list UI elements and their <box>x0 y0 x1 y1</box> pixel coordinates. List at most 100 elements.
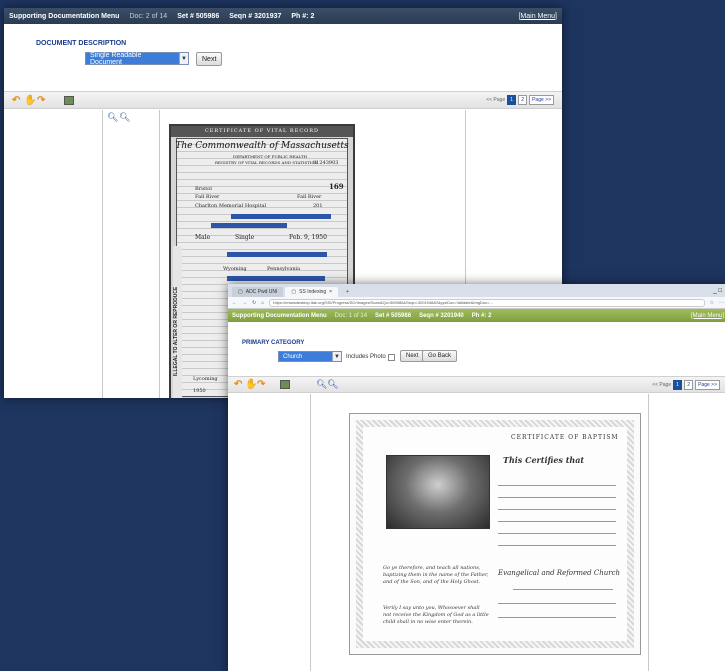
back-toolbar: ↶ ✋ ↷ << Page 1 2 Page >> <box>4 91 562 109</box>
set-number: Set # 505986 <box>375 312 412 319</box>
rotate-left-icon[interactable]: ↶ <box>12 95 20 106</box>
select-value: Church <box>279 352 332 361</box>
ph-number: Ph #: 2 <box>291 12 315 20</box>
field-lycoming: Lycoming <box>193 376 218 382</box>
extensions-icon[interactable]: ⋯ <box>719 300 724 306</box>
next-page-link[interactable]: Page >> <box>529 95 554 105</box>
field-hospital: Charlton Memorial Hospital <box>195 203 267 209</box>
front-toolbar: ↶ ✋ ↷ << Page 1 2 Page >> <box>228 376 725 393</box>
document-description-select[interactable]: Single Readable Document ▼ <box>85 52 189 66</box>
form-line <box>498 521 616 522</box>
zoom-out-icon[interactable]: 🔍︎ <box>327 379 338 390</box>
page-icon: ▢ <box>291 289 297 295</box>
next-page-link[interactable]: Page >> <box>695 380 720 390</box>
left-panel-divider <box>102 110 103 398</box>
window-controls[interactable]: _ □ <box>713 288 722 294</box>
certificate-number: 81243903 <box>313 160 339 166</box>
signature-line <box>498 617 616 618</box>
field-number: 201 <box>313 203 323 209</box>
browser-tab-2[interactable]: ▢ SS Indexing × <box>285 287 339 297</box>
field-state: Pennsylvania <box>267 266 301 272</box>
hand-icon[interactable]: ✋ <box>245 379 257 390</box>
new-tab-button[interactable]: + <box>340 287 355 297</box>
address-input[interactable]: https://emwsdesktop.ilae.org/SSI/Progres… <box>269 298 705 307</box>
field-city-right: Fall River <box>297 194 322 200</box>
page-1-button[interactable]: 1 <box>507 95 517 105</box>
primary-category-select[interactable]: Church ▼ <box>278 351 342 362</box>
browser-tab-bar: ▢ ADC Pwd UNI ▢ SS Indexing × + _ □ <box>228 284 725 297</box>
set-number: Set # 505986 <box>177 12 220 20</box>
ph-number: Ph #: 2 <box>471 312 492 319</box>
includes-photo-checkbox[interactable] <box>388 354 395 361</box>
select-value: Single Readable Document <box>86 52 179 66</box>
zoom-out-icon[interactable]: 🔍︎ <box>119 112 130 123</box>
rotate-right-icon[interactable]: ↷ <box>257 379 265 390</box>
page-1-button[interactable]: 1 <box>673 380 683 390</box>
scripture-verse-1: Go ye therefore, and teach all nations, … <box>383 565 489 585</box>
menu-title: Supporting Documentation Menu <box>232 312 327 319</box>
doc-count: Doc: 1 of 14 <box>334 312 368 319</box>
image-icon[interactable] <box>280 380 290 389</box>
front-pager: << Page 1 2 Page >> <box>652 380 720 390</box>
field-date: Feb. 9, 1950 <box>289 234 327 241</box>
chevron-down-icon: ▼ <box>332 352 341 361</box>
refresh-icon[interactable]: ↻ <box>252 300 256 306</box>
redaction-bar-3 <box>227 252 327 257</box>
form-line <box>498 497 616 498</box>
menu-title: Supporting Documentation Menu <box>9 12 120 20</box>
back-header-bar: Supporting Documentation Menu Doc: 2 of … <box>4 8 562 24</box>
page-icon: ▢ <box>238 289 243 295</box>
form-line <box>498 545 616 546</box>
left-panel-divider <box>310 394 311 671</box>
next-button[interactable]: Next <box>400 350 425 362</box>
zoom-in-icon[interactable]: 🔍︎ <box>316 379 327 390</box>
prev-page-link[interactable]: << Page <box>486 97 505 103</box>
religious-image <box>386 455 490 529</box>
registry-text: REGISTRY OF VITAL RECORDS AND STATISTICS <box>215 160 318 165</box>
certifies-text: This Certifies that <box>503 455 585 465</box>
prev-page-link[interactable]: << Page <box>652 382 671 388</box>
chevron-down-icon: ▼ <box>179 53 188 64</box>
field-birthplace: Wyoming <box>223 266 247 272</box>
page-2-button[interactable]: 2 <box>518 95 528 105</box>
field-plurality: Single <box>235 234 255 241</box>
image-panel-divider <box>159 110 160 398</box>
main-menu-link[interactable]: [Main Menu] <box>518 13 557 20</box>
seqn-number: Seqn # 3201937 <box>229 12 282 20</box>
form-line <box>498 485 616 486</box>
image-icon[interactable] <box>64 96 74 105</box>
home-icon[interactable]: ⌂ <box>261 300 264 306</box>
page-2-button[interactable]: 2 <box>684 380 694 390</box>
main-menu-link[interactable]: [Main Menu] <box>691 313 724 319</box>
forward-arrow-icon[interactable]: → <box>242 300 247 306</box>
close-icon[interactable]: × <box>329 289 332 295</box>
front-window: ▢ ADC Pwd UNI ▢ SS Indexing × + _ □ ← → … <box>228 284 725 671</box>
church-name: Evangelical and Reformed Church <box>498 569 620 577</box>
form-line <box>498 533 616 534</box>
next-button[interactable]: Next <box>196 52 223 66</box>
department-text: DEPARTMENT OF PUBLIC HEALTH <box>233 154 308 159</box>
primary-category-label: PRIMARY CATEGORY <box>242 340 305 346</box>
zoom-in-icon[interactable]: 🔍︎ <box>107 112 118 123</box>
commonwealth-title: The Commonwealth of Massachusetts <box>175 141 349 151</box>
go-back-button[interactable]: Go Back <box>422 350 458 362</box>
form-line <box>498 509 616 510</box>
front-header-bar: Supporting Documentation Menu Doc: 1 of … <box>228 309 725 322</box>
field-sex: Male <box>195 234 211 241</box>
star-icon[interactable]: ☆ <box>710 300 714 306</box>
document-description-label: DOCUMENT DESCRIPTION <box>36 40 127 47</box>
includes-photo-label: Includes Photo <box>346 354 386 360</box>
field-year: 1950 <box>193 388 206 394</box>
signature-line <box>513 589 613 590</box>
tab-1-label: ADC Pwd UNI <box>245 289 278 295</box>
baptism-title: CERTIFICATE OF BAPTISM <box>511 434 619 441</box>
browser-tab-1[interactable]: ▢ ADC Pwd UNI <box>232 287 284 297</box>
scripture-verse-2: Verily I say unto you, Whosoever shall n… <box>383 605 489 625</box>
signature-line <box>498 603 616 604</box>
hand-icon[interactable]: ✋ <box>24 95 36 106</box>
back-arrow-icon[interactable]: ← <box>232 300 237 306</box>
doc-count: Doc: 2 of 14 <box>129 12 168 20</box>
rotate-left-icon[interactable]: ↶ <box>234 379 242 390</box>
redaction-bar-1 <box>231 214 331 219</box>
rotate-right-icon[interactable]: ↷ <box>37 95 45 106</box>
